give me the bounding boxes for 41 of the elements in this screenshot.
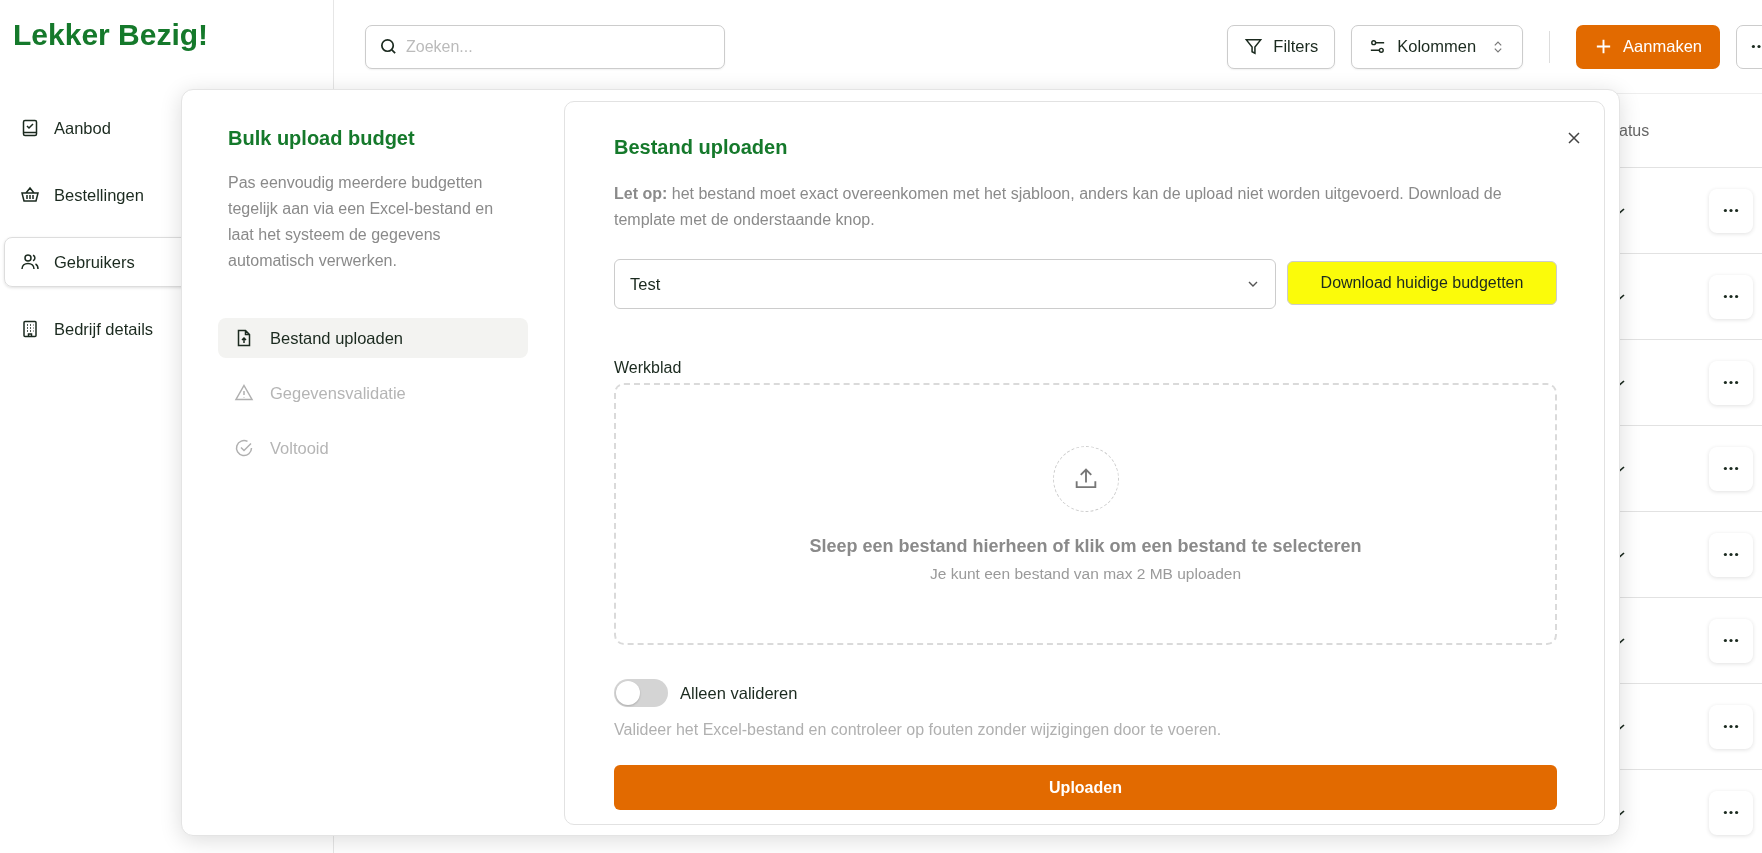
more-icon [1723, 380, 1739, 385]
field-label: Werkblad [614, 359, 683, 377]
funnel-icon [1244, 37, 1264, 56]
row-menu-button[interactable] [1709, 790, 1753, 835]
drop-zone-hint: Je kunt een bestand van max 2 MB uploaden [929, 564, 1242, 583]
search-field[interactable]: Zoeken... [365, 24, 725, 69]
select-field[interactable]: Test [614, 259, 1276, 309]
toggle-hint: Valideer het Excel-bestand en controleer op fouten zonder wijzigingen door te voeren. [614, 721, 1223, 739]
dialog-title: Bulk upload budget [228, 127, 416, 150]
step-item[interactable]: Bestand uploaden [218, 318, 528, 358]
instruction-text: Let op: het bestand moet exact overeenkomen met het sjabloon, anders kan de upload niet worden uitgevoerd. Download de template met de onderstaande knop. [614, 184, 1503, 230]
more-icon [1723, 208, 1739, 213]
row-menu-button[interactable] [1709, 704, 1753, 749]
row-menu-button[interactable] [1709, 618, 1753, 663]
toggle-label: Alleen valideren [680, 683, 798, 703]
more-icon [1723, 294, 1739, 299]
row-menu-button[interactable] [1709, 274, 1753, 319]
basket-icon [20, 185, 40, 205]
more-icon [1723, 638, 1739, 643]
warning-icon [234, 383, 254, 403]
close-icon [1567, 131, 1581, 145]
toggle-switch[interactable] [614, 679, 668, 707]
more-icon [1723, 466, 1739, 471]
brand-logo: Lekker Bezig! [12, 17, 210, 53]
column-header: atus [1619, 121, 1651, 140]
search-icon [379, 36, 398, 56]
users-icon [20, 252, 40, 272]
columns-button[interactable]: Kolommen [1351, 24, 1524, 69]
more-icon [1723, 552, 1739, 557]
panel-title: Bestand uploaden [614, 136, 789, 159]
filters-button[interactable]: Filters [1227, 24, 1336, 69]
row-menu-button[interactable] [1709, 188, 1753, 233]
download-button[interactable]: Download huidige budgetten [1287, 261, 1557, 305]
row-menu-button[interactable] [1709, 532, 1753, 577]
drop-zone-text: Sleep een bestand hierheen of klik om een bestand te selecteren [809, 535, 1362, 557]
more-icon [1723, 810, 1739, 815]
row-menu-button[interactable] [1709, 360, 1753, 405]
building-icon [20, 319, 40, 339]
more-icon [1723, 724, 1739, 729]
row-menu-button[interactable] [1709, 446, 1753, 491]
checklist-icon [20, 118, 40, 138]
